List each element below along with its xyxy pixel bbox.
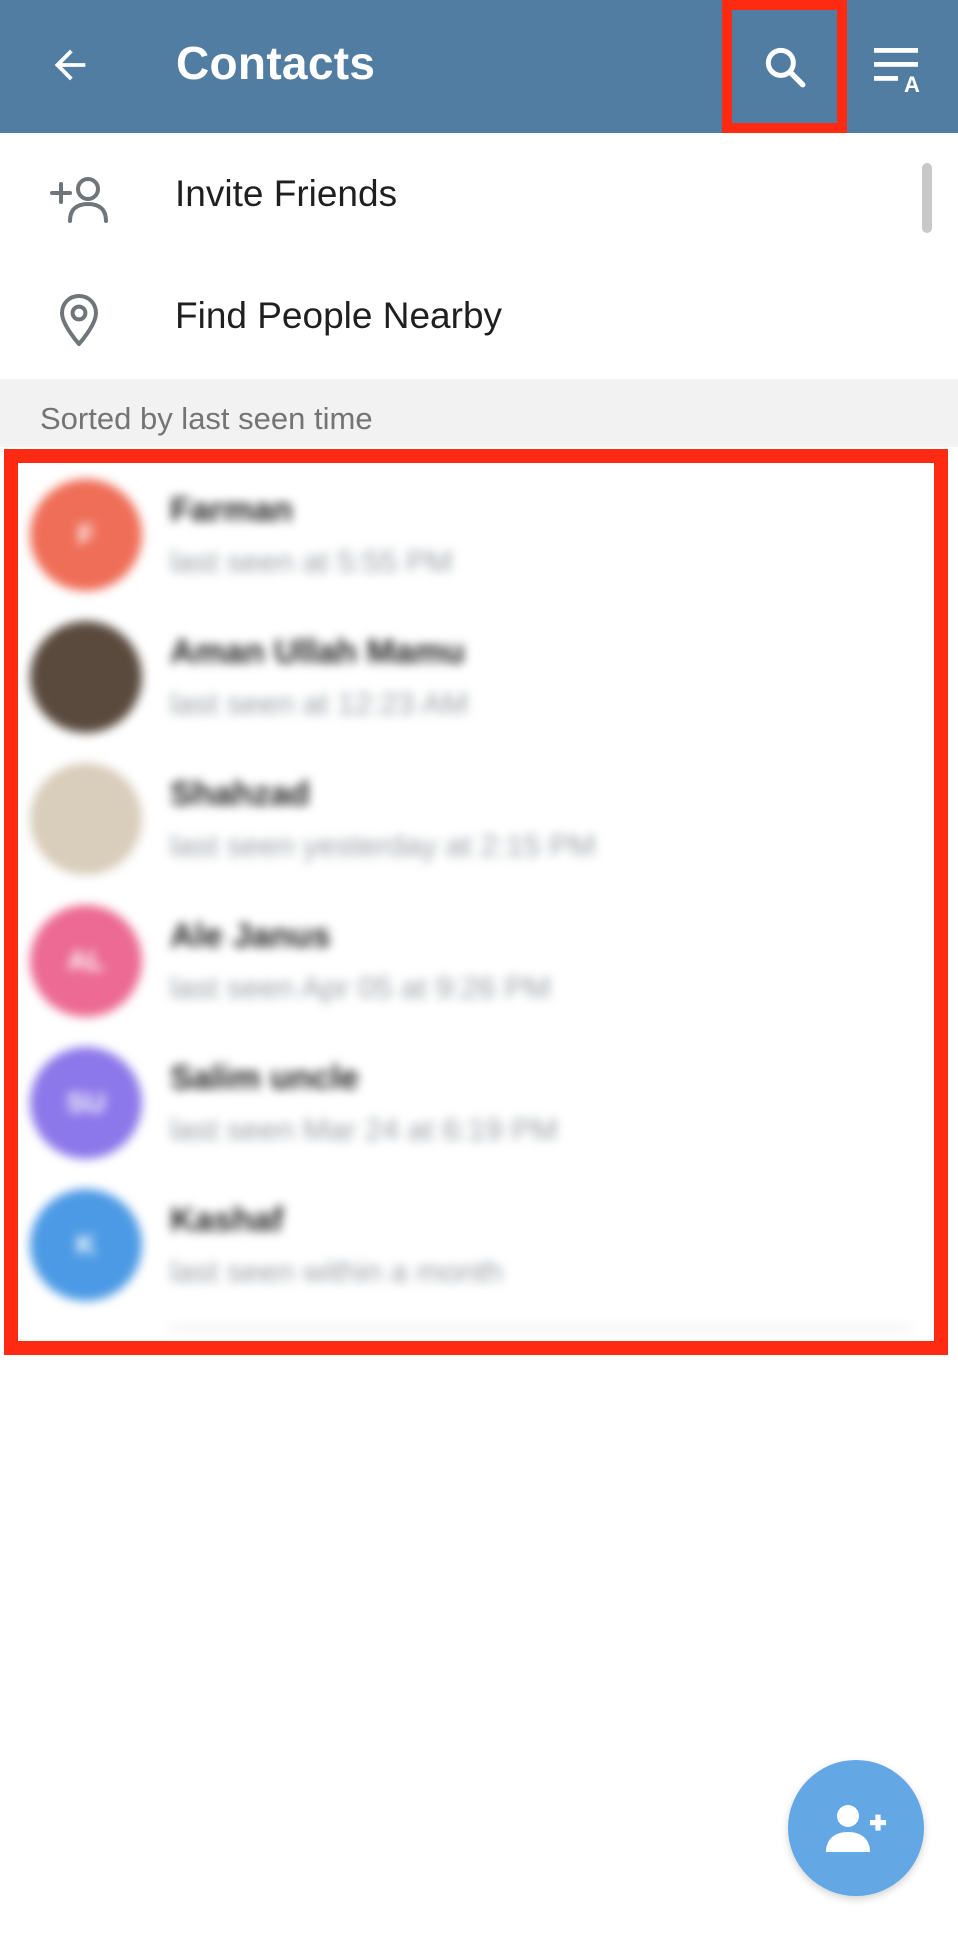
avatar: K	[30, 1189, 142, 1301]
contact-row[interactable]: K Kashaf last seen within a month	[18, 1179, 934, 1320]
page-title: Contacts	[176, 37, 376, 89]
avatar-initials: AL	[67, 945, 105, 976]
avatar-initials: SU	[66, 1087, 106, 1118]
contact-name: Ale Janus	[170, 917, 331, 955]
contact-status: last seen yesterday at 2:15 PM	[170, 828, 596, 863]
avatar	[30, 763, 142, 875]
contact-row[interactable]: F Farman last seen at 5:55 PM	[18, 469, 934, 610]
contact-name: Shahzad	[170, 775, 310, 813]
section-label: Sorted by last seen time	[40, 401, 373, 436]
sort-alpha-icon: A	[874, 48, 920, 94]
avatar: AL	[30, 905, 142, 1017]
contact-status: last seen within a month	[170, 1254, 503, 1289]
search-button[interactable]	[722, 0, 847, 133]
avatar-initials: F	[77, 519, 95, 550]
avatar: SU	[30, 1047, 142, 1159]
contact-status: last seen Apr 05 at 9:26 PM	[170, 970, 551, 1005]
add-contact-icon	[826, 1805, 886, 1852]
contact-name: Salim uncle	[170, 1059, 359, 1097]
contacts-list: F Farman last seen at 5:55 PM Aman Ullah…	[18, 463, 934, 1341]
sort-button[interactable]: A	[862, 30, 938, 106]
contact-row[interactable]: Shahzad last seen yesterday at 2:15 PM	[18, 753, 934, 894]
search-icon	[765, 47, 805, 87]
contact-status: last seen Mar 24 at 6:19 PM	[170, 1112, 558, 1147]
svg-text:A: A	[904, 72, 920, 94]
section-header: Sorted by last seen time	[0, 379, 958, 447]
scrollbar-thumb[interactable]	[922, 163, 932, 233]
app-header: Contacts A	[0, 0, 958, 133]
add-person-icon	[44, 163, 114, 233]
list-divider	[170, 1327, 910, 1329]
find-people-nearby-row[interactable]: Find People Nearby	[0, 255, 958, 379]
contact-name: Aman Ullah Mamu	[170, 633, 465, 671]
contact-row[interactable]: Aman Ullah Mamu last seen at 12:23 AM	[18, 611, 934, 752]
contact-row[interactable]: SU Salim uncle last seen Mar 24 at 6:19 …	[18, 1037, 934, 1178]
contact-name: Kashaf	[170, 1201, 284, 1239]
contact-status: last seen at 12:23 AM	[170, 686, 469, 721]
contact-row[interactable]: AL Ale Janus last seen Apr 05 at 9:26 PM	[18, 895, 934, 1036]
invite-friends-row[interactable]: Invite Friends	[0, 133, 958, 257]
avatar: F	[30, 479, 142, 591]
contact-name: Farman	[170, 491, 293, 529]
add-contact-button[interactable]	[788, 1760, 924, 1896]
arrow-left-icon	[54, 49, 86, 81]
invite-friends-label: Invite Friends	[175, 173, 398, 214]
contact-status: last seen at 5:55 PM	[170, 544, 453, 579]
back-button[interactable]	[38, 30, 102, 100]
find-people-nearby-label: Find People Nearby	[175, 295, 503, 336]
avatar	[30, 621, 142, 733]
location-pin-icon	[44, 285, 114, 355]
avatar-initials: K	[75, 1229, 97, 1260]
